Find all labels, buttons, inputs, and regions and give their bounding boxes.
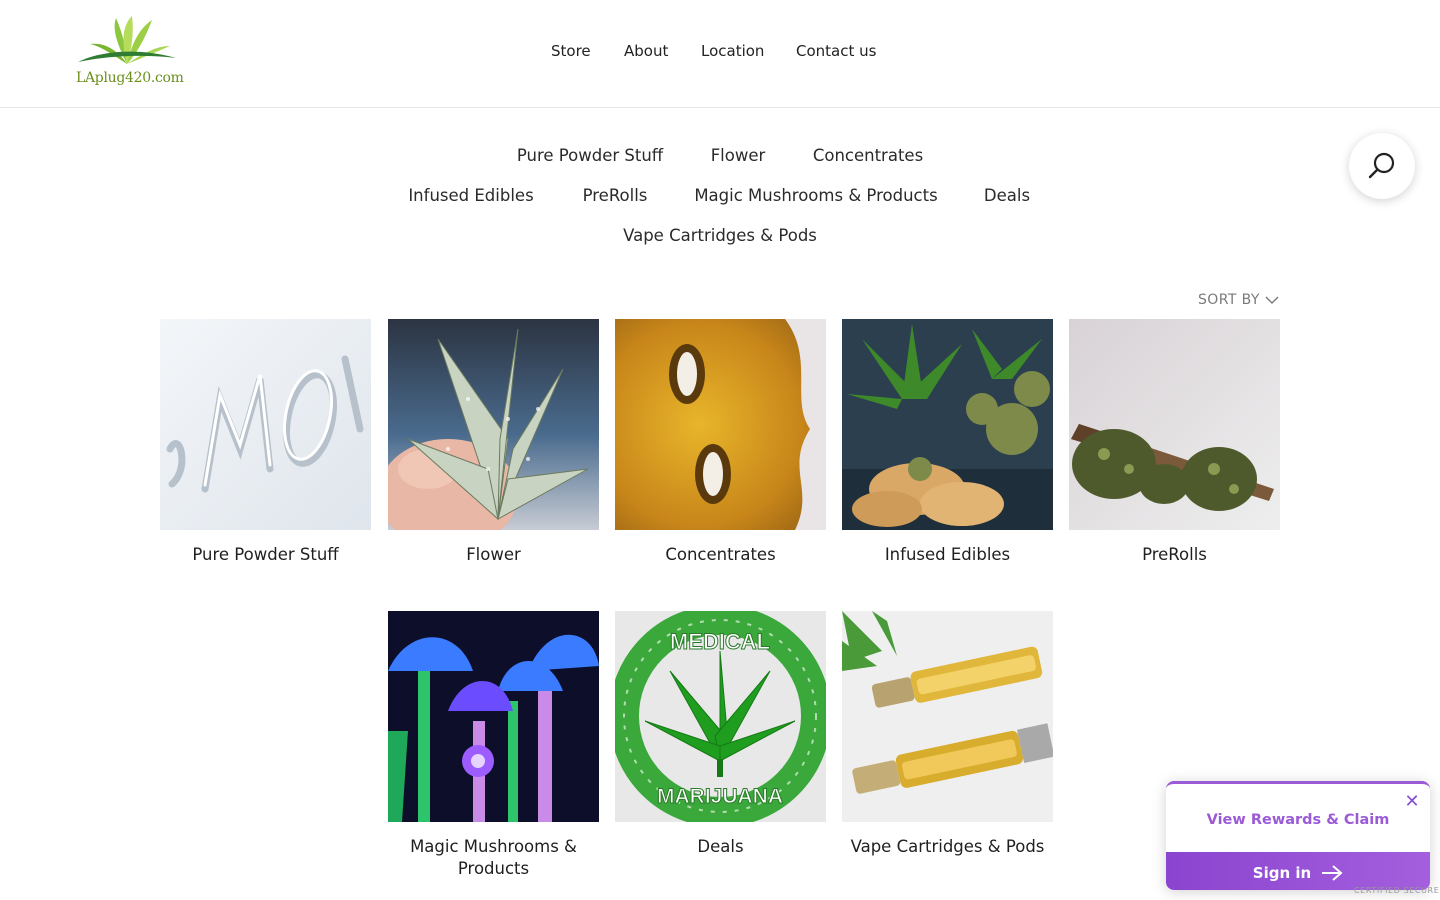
tile-image-snow: [160, 319, 371, 530]
category-tile-vape[interactable]: Vape Cartridges & Pods: [842, 611, 1053, 858]
category-tile-concentrates[interactable]: Concentrates: [615, 319, 826, 566]
rewards-widget: ✕ View Rewards & Claim Sign in: [1166, 781, 1430, 890]
tile-image-deals: MEDICAL MARIJUANA: [615, 611, 826, 822]
nav-contact[interactable]: Contact us: [796, 42, 876, 60]
tile-label: Vape Cartridges & Pods: [850, 837, 1045, 856]
tile-label: Infused Edibles: [884, 545, 1011, 564]
tile-label: Pure Powder Stuff: [192, 545, 339, 564]
logo-text: LAplug420.com: [76, 70, 184, 86]
sign-in-button[interactable]: Sign in: [1166, 852, 1430, 890]
top-nav: Store About Location Contact us: [0, 42, 1440, 64]
category-link-flower[interactable]: Flower: [711, 146, 766, 165]
search-icon: [1368, 152, 1395, 179]
chevron-down-icon: [1265, 296, 1279, 304]
tile-image-vape: [842, 611, 1053, 822]
tile-image-concentrates: [615, 319, 826, 530]
category-tile-prerolls[interactable]: PreRolls: [1069, 319, 1280, 566]
category-link-vape[interactable]: Vape Cartridges & Pods: [623, 226, 817, 245]
tile-label: Deals: [697, 837, 744, 856]
tile-label: Magic Mushrooms & Products: [410, 837, 577, 878]
nav-about[interactable]: About: [624, 42, 668, 60]
category-tile-flower[interactable]: Flower: [388, 319, 599, 566]
sort-by-dropdown[interactable]: SORT BY: [1198, 292, 1279, 308]
deals-badge-top-text: MEDICAL: [670, 629, 770, 654]
tile-label: PreRolls: [1142, 545, 1207, 564]
category-tile-deals[interactable]: MEDICAL MARIJUANA Deals: [615, 611, 826, 858]
deals-badge-bottom-text: MARIJUANA: [657, 785, 783, 808]
tile-image-edibles: [842, 319, 1053, 530]
category-link-concentrates[interactable]: Concentrates: [813, 146, 923, 165]
category-link-mushrooms[interactable]: Magic Mushrooms & Products: [694, 186, 937, 205]
sort-label: SORT BY: [1198, 292, 1260, 308]
view-rewards-link[interactable]: View Rewards & Claim: [1166, 812, 1430, 828]
tile-image-mushrooms: [388, 611, 599, 822]
tile-label: Flower: [466, 545, 521, 564]
sign-in-label: Sign in: [1252, 863, 1312, 882]
site-header: LAplug420.com Store About Location Conta…: [0, 0, 1440, 108]
category-tile-mushrooms[interactable]: Magic Mushrooms & Products: [388, 611, 599, 880]
search-button[interactable]: [1349, 133, 1415, 199]
nav-store[interactable]: Store: [551, 42, 591, 60]
category-link-pure-powder[interactable]: Pure Powder Stuff: [517, 146, 663, 165]
nav-location[interactable]: Location: [701, 42, 764, 60]
category-link-edibles[interactable]: Infused Edibles: [408, 186, 533, 205]
category-link-deals[interactable]: Deals: [984, 186, 1030, 205]
certified-secure-badge: CERTIFIED SECURE: [1354, 886, 1440, 895]
category-tile-edibles[interactable]: Infused Edibles: [842, 319, 1053, 566]
tile-image-prerolls: [1069, 319, 1280, 530]
tile-image-flower: [388, 319, 599, 530]
tile-label: Concentrates: [665, 545, 776, 564]
close-icon[interactable]: ✕: [1404, 793, 1420, 811]
arrow-right-icon: [1322, 864, 1343, 881]
category-tile-pure-powder[interactable]: Pure Powder Stuff: [160, 319, 371, 566]
category-link-prerolls[interactable]: PreRolls: [583, 186, 648, 205]
